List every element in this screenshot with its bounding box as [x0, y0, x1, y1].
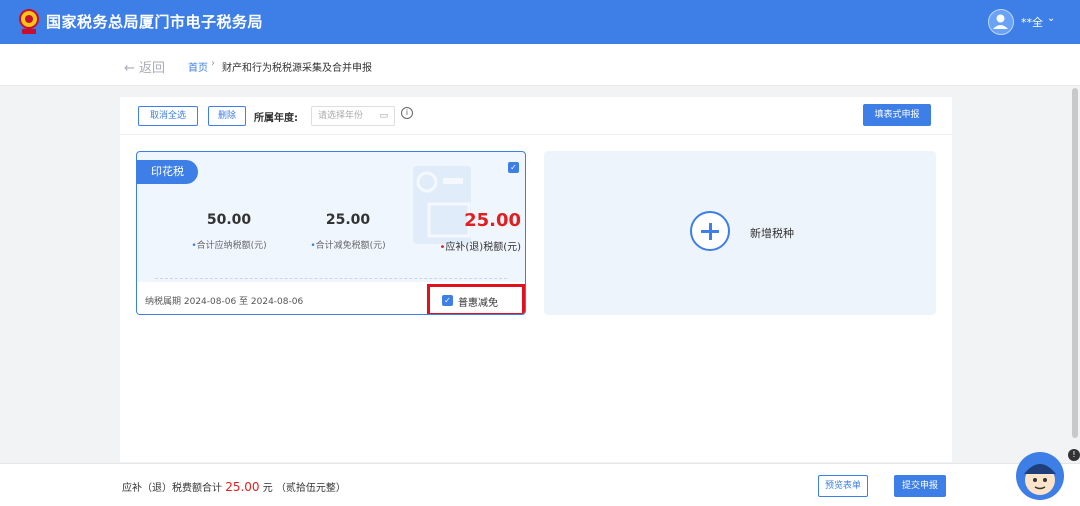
- cancel-select-all-button[interactable]: 取消全选: [138, 106, 198, 126]
- year-placeholder: 请选择年份: [318, 111, 364, 121]
- back-link[interactable]: ← 返回: [124, 57, 165, 76]
- total-summary: 应补（退）税费额合计 25.00 元 （贰拾伍元整）: [122, 479, 346, 494]
- assistant-mascot-icon[interactable]: [1014, 450, 1066, 502]
- total-payable-amount: 50.00: [206, 212, 252, 228]
- refund-label: •应补(退)税额(元): [439, 242, 521, 253]
- chevron-down-icon[interactable]: ⌄: [1047, 13, 1055, 24]
- submit-report-button[interactable]: 提交申报: [894, 475, 946, 497]
- breadcrumb-bar: ← 返回 首页 › 财产和行为税税源采集及合并申报: [0, 44, 1080, 86]
- card-divider: [155, 278, 507, 279]
- page-scrollbar[interactable]: [1072, 88, 1078, 438]
- tax-emblem-icon: [19, 9, 39, 34]
- total-amount: 25.00: [225, 480, 260, 494]
- add-tax-type-label[interactable]: 新增税种: [750, 225, 794, 241]
- person-icon: [993, 14, 1008, 29]
- breadcrumb-separator-icon: ›: [211, 58, 215, 69]
- year-picker-input[interactable]: 请选择年份 ▭: [311, 106, 395, 126]
- inclusive-relief-checkbox[interactable]: ✓: [442, 295, 453, 306]
- refund-amount: 25.00: [464, 210, 521, 231]
- total-prefix: 应补（退）税费额合计: [122, 483, 222, 494]
- tax-name-tag: 印花税: [137, 160, 198, 184]
- bottom-summary-bar: 应补（退）税费额合计 25.00 元 （贰拾伍元整） 预览表单 提交申报: [0, 463, 1080, 506]
- main-panel: 取消全选 删除 所属年度: 请选择年份 ▭ i 填表式申报 印花税 ✓ 50.0…: [120, 97, 952, 462]
- tax-period-label: 纳税属期 2024-08-06 至 2024-08-06: [145, 297, 304, 307]
- add-tax-type-card[interactable]: 新增税种: [544, 151, 936, 315]
- total-relief-label: •合计减免税额(元): [310, 241, 386, 251]
- user-avatar-icon[interactable]: [988, 9, 1014, 35]
- breadcrumb-home-link[interactable]: 首页: [188, 59, 208, 74]
- inclusive-relief-label[interactable]: 普惠减免: [458, 294, 498, 309]
- total-payable-label: •合计应纳税额(元): [191, 241, 267, 251]
- card-footer: 纳税属期 2024-08-06 至 2024-08-06 ✓ 普惠减免: [137, 282, 525, 314]
- year-label: 所属年度:: [254, 113, 298, 124]
- delete-button[interactable]: 删除: [208, 106, 246, 126]
- card-select-checkbox[interactable]: ✓: [508, 162, 519, 173]
- breadcrumb-current: 财产和行为税税源采集及合并申报: [222, 63, 372, 74]
- site-title: 国家税务总局厦门市电子税务局: [46, 13, 264, 31]
- plus-icon[interactable]: [690, 211, 730, 251]
- document-watermark-icon: [413, 166, 471, 244]
- inclusive-relief-highlight: ✓ 普惠减免: [427, 284, 525, 314]
- top-header: 国家税务总局厦门市电子税务局 **全 ⌄: [0, 0, 1080, 44]
- toolbar: 取消全选 删除 所属年度: 请选择年份 ▭ i 填表式申报: [120, 97, 952, 135]
- user-name[interactable]: **全: [1021, 14, 1043, 30]
- preview-form-button[interactable]: 预览表单: [818, 475, 868, 497]
- fill-form-report-button[interactable]: 填表式申报: [863, 104, 931, 126]
- tax-card-stamp-duty[interactable]: 印花税 ✓ 50.00 •合计应纳税额(元) 25.00 •合计减免税额(元) …: [136, 151, 526, 315]
- total-relief-amount: 25.00: [325, 212, 371, 228]
- calendar-icon: ▭: [379, 111, 388, 121]
- info-icon[interactable]: i: [401, 107, 413, 119]
- close-mascot-icon[interactable]: !: [1068, 449, 1080, 461]
- total-suffix: 元 （贰拾伍元整）: [262, 483, 346, 494]
